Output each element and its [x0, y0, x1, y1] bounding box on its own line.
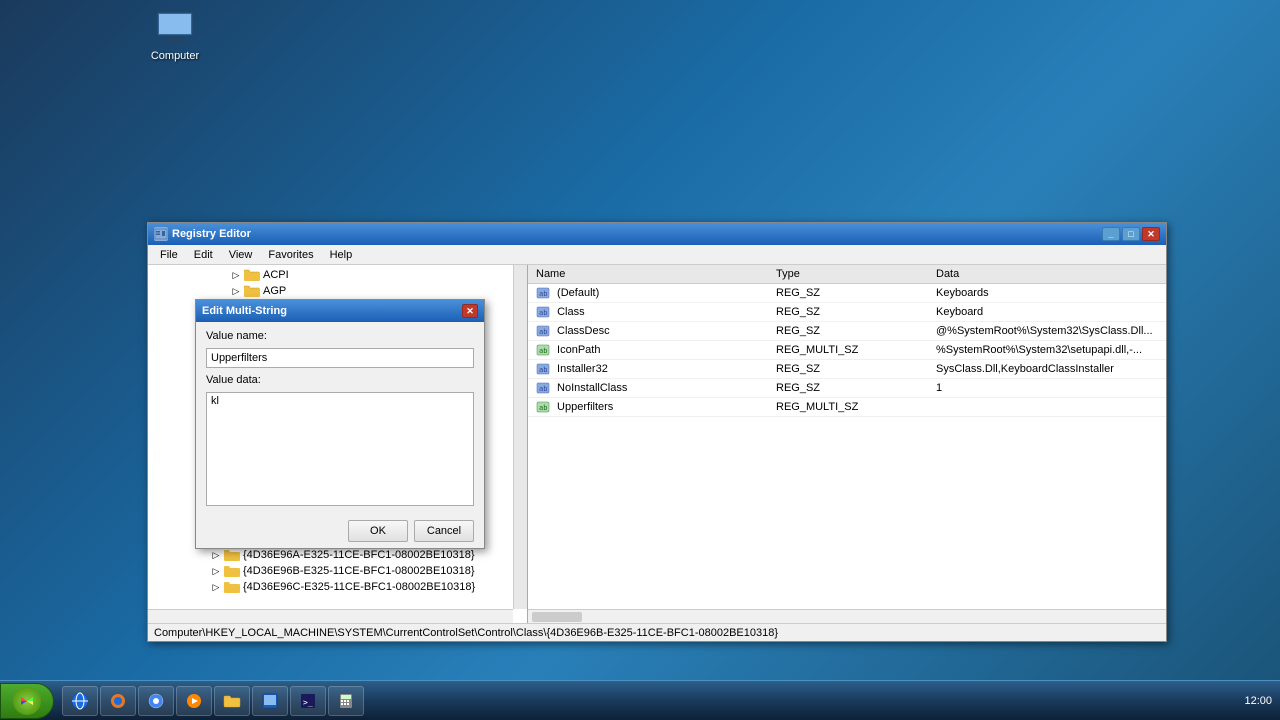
ok-button[interactable]: OK	[348, 520, 408, 542]
chrome-icon	[147, 692, 165, 710]
tray-time: 12:00	[1244, 695, 1272, 707]
cancel-button[interactable]: Cancel	[414, 520, 474, 542]
firefox-icon	[109, 692, 127, 710]
computer-icon-label: Computer	[151, 50, 199, 62]
value-name-label: Value name:	[206, 330, 474, 342]
taskbar-ie-button[interactable]	[62, 686, 98, 716]
system-tray: 12:00	[1236, 695, 1280, 707]
taskbar-firefox-button[interactable]	[100, 686, 136, 716]
svg-text:>_: >_	[303, 698, 313, 707]
taskbar-items: >_	[58, 686, 1236, 716]
taskbar-cmd-button[interactable]: >_	[290, 686, 326, 716]
start-button[interactable]	[0, 683, 54, 719]
dialog-titlebar: Edit Multi-String ✕	[196, 300, 484, 322]
computer-icon[interactable]: Computer	[140, 10, 210, 62]
cmd-icon: >_	[299, 692, 317, 710]
value-name-input[interactable]	[206, 348, 474, 368]
taskbar: >_ 12:00	[0, 680, 1280, 720]
value-data-label: Value data:	[206, 374, 474, 386]
dialog-overlay: Edit Multi-String ✕ Value name: Value da…	[148, 223, 1166, 641]
taskbar-media-button[interactable]	[176, 686, 212, 716]
calculator-icon	[337, 692, 355, 710]
ie-icon	[71, 692, 89, 710]
value-data-textarea[interactable]: kl	[206, 392, 474, 506]
folder-taskbar-icon	[223, 692, 241, 710]
windows-icon	[261, 692, 279, 710]
dialog-content: Value name: Value data: kl	[196, 322, 484, 514]
media-player-icon	[185, 692, 203, 710]
windows-logo-icon	[16, 690, 38, 712]
taskbar-calculator-button[interactable]	[328, 686, 364, 716]
taskbar-windows-button[interactable]	[252, 686, 288, 716]
computer-svg-icon	[155, 10, 195, 46]
dialog-title: Edit Multi-String	[202, 305, 462, 317]
desktop: Computer Registry Editor _ □ ✕ File	[0, 0, 1280, 720]
dialog-close-button[interactable]: ✕	[462, 304, 478, 318]
registry-editor-window: Registry Editor _ □ ✕ File Edit View Fav…	[147, 222, 1167, 642]
edit-multistring-dialog: Edit Multi-String ✕ Value name: Value da…	[195, 299, 485, 549]
taskbar-folder-button[interactable]	[214, 686, 250, 716]
start-orb-icon	[13, 687, 41, 715]
taskbar-chrome-button[interactable]	[138, 686, 174, 716]
dialog-buttons: OK Cancel	[196, 514, 484, 548]
